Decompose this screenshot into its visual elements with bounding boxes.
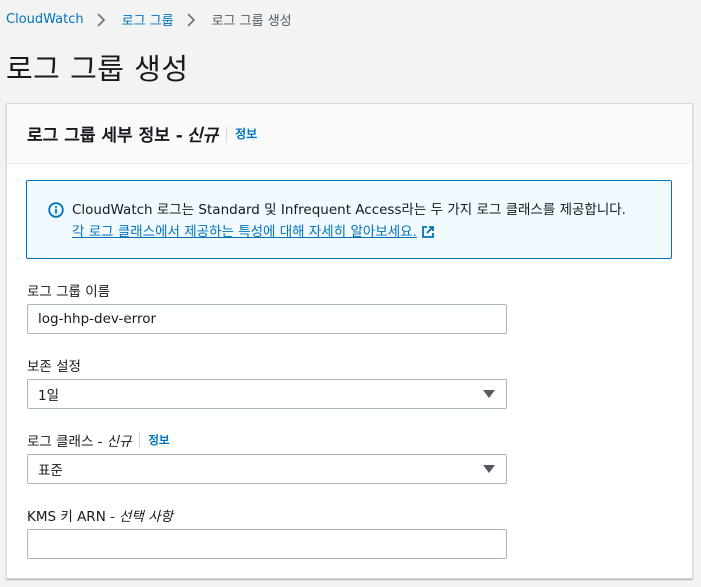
panel-header: 로그 그룹 세부 정보 - 신규 정보: [7, 104, 692, 164]
log-class-label: 로그 클래스 -: [27, 434, 103, 450]
caret-down-icon: [483, 465, 495, 473]
chevron-right-icon: [96, 11, 110, 29]
chevron-right-icon: [186, 11, 200, 29]
log-group-name-label: 로그 그룹 이름: [27, 284, 111, 300]
learn-more-link-text: 각 로그 클래스에서 제공하는 특성에 대해 자세히 알아보세요.: [72, 224, 417, 240]
breadcrumb-cloudwatch[interactable]: CloudWatch: [6, 12, 84, 27]
log-class-select[interactable]: 표준: [27, 454, 507, 484]
panel-title: 로그 그룹 세부 정보 -: [27, 126, 183, 146]
kms-arn-input[interactable]: [27, 529, 507, 559]
retention-selected-value: 1일: [38, 388, 60, 404]
info-icon: [48, 202, 64, 218]
log-class-label-row: 로그 클래스 - 신규 정보: [27, 430, 170, 450]
external-link-icon: [421, 226, 434, 238]
page-title: 로그 그룹 생성: [6, 52, 189, 86]
panel-info-link[interactable]: 정보: [226, 125, 257, 142]
kms-optional-label: 선택 사항: [118, 509, 173, 525]
log-group-name-input[interactable]: [27, 304, 507, 334]
kms-label: KMS 키 ARN -: [27, 509, 115, 525]
breadcrumb-log-groups[interactable]: 로그 그룹: [122, 10, 174, 29]
log-class-new-label: 신규: [106, 434, 132, 450]
breadcrumb: CloudWatch 로그 그룹 로그 그룹 생성: [6, 10, 292, 29]
info-alert: CloudWatch 로그는 Standard 및 Infrequent Acc…: [26, 180, 672, 259]
log-class-selected-value: 표준: [38, 463, 63, 479]
caret-down-icon: [483, 390, 495, 398]
retention-label: 보존 설정: [27, 359, 81, 375]
retention-select[interactable]: 1일: [27, 379, 507, 409]
learn-more-link[interactable]: 각 로그 클래스에서 제공하는 특성에 대해 자세히 알아보세요.: [72, 221, 435, 243]
breadcrumb-current: 로그 그룹 생성: [211, 14, 292, 29]
panel-title-new: 신규: [186, 126, 219, 146]
log-class-info-link[interactable]: 정보: [139, 432, 170, 448]
log-group-details-panel: 로그 그룹 세부 정보 - 신규 정보 CloudWatch 로그는 Stand…: [6, 103, 693, 579]
alert-text: CloudWatch 로그는 Standard 및 Infrequent Acc…: [72, 202, 626, 218]
kms-label-row: KMS 키 ARN - 선택 사항: [27, 505, 173, 525]
